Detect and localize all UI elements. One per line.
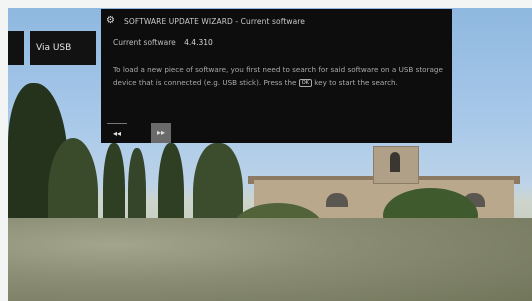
current-software-value: 4.4.310 [184,38,213,47]
instruction-text: To load a new piece of software, you fir… [113,63,443,89]
gear-icon: ⚙ [106,15,115,26]
church-window [326,193,348,207]
current-software-row: Current software 4.4.310 [113,38,213,47]
ok-key-icon: OK [298,79,312,87]
bell-tower-window [390,152,400,172]
current-software-label: Current software [113,38,176,47]
software-update-dialog: ⚙ SOFTWARE UPDATE WIZARD - Current softw… [101,9,452,143]
dialog-header: ⚙ SOFTWARE UPDATE WIZARD - Current softw… [106,15,305,27]
next-button[interactable]: ▸▸ [151,123,171,143]
dialog-title: SOFTWARE UPDATE WIZARD - Current softwar… [124,16,306,26]
instruction-part2: key to start the search. [314,78,398,87]
previous-button[interactable]: ◂◂ [107,123,127,144]
olive-hedge [8,218,532,301]
menu-item-via-usb[interactable]: Via USB [30,31,96,65]
menu-item-previous[interactable] [8,31,24,65]
